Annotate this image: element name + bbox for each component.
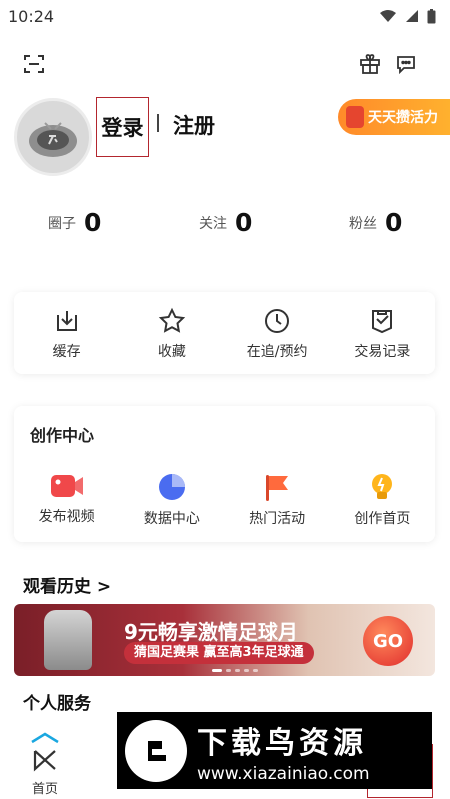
quick-actions-card: 缓存 收藏 在追/预约 交易记录 bbox=[14, 292, 435, 374]
scan-icon bbox=[24, 55, 44, 73]
cache-button[interactable]: 缓存 bbox=[14, 292, 119, 361]
following-shows-label: 在追/预约 bbox=[246, 344, 308, 360]
creator-home-label: 创作首页 bbox=[354, 511, 411, 527]
bulb-icon bbox=[372, 474, 393, 499]
banner-title: 9元畅享激情足球月 bbox=[124, 620, 298, 644]
stat-value: 0 bbox=[235, 208, 253, 237]
wifi-icon bbox=[380, 10, 396, 22]
following-shows-button[interactable]: 在追/预约 bbox=[225, 292, 330, 361]
data-center-label: 数据中心 bbox=[143, 511, 200, 527]
watermark: 下载鸟资源 www.xiazainiao.com bbox=[117, 712, 432, 789]
stat-label: 圈子 bbox=[48, 215, 76, 232]
favorites-label: 收藏 bbox=[157, 344, 186, 360]
watermark-url: www.xiazainiao.com bbox=[197, 763, 370, 784]
status-time: 10:24 bbox=[8, 6, 55, 26]
publish-video-label: 发布视频 bbox=[38, 509, 95, 525]
transactions-label: 交易记录 bbox=[354, 344, 411, 360]
creation-center-title: 创作中心 bbox=[30, 426, 95, 445]
login-divider bbox=[157, 114, 159, 132]
promo-label: 天天攒活力 bbox=[368, 110, 438, 126]
stat-value: 0 bbox=[385, 208, 403, 237]
hot-events-button[interactable]: 热门活动 bbox=[225, 472, 330, 528]
creator-home-button[interactable]: 创作首页 bbox=[330, 472, 435, 528]
gift-button[interactable] bbox=[356, 50, 384, 78]
signal-icon bbox=[406, 10, 418, 22]
default-avatar-icon bbox=[29, 122, 77, 157]
promo-badge[interactable]: 天天攒活力 bbox=[338, 99, 450, 135]
scan-button[interactable] bbox=[20, 50, 48, 78]
banner-go-button[interactable]: GO bbox=[363, 616, 413, 666]
stat-label: 关注 bbox=[199, 215, 227, 232]
pie-chart-icon bbox=[158, 474, 185, 500]
watch-history-link[interactable]: 观看历史 > bbox=[23, 572, 111, 597]
banner-subtitle: 猜国足赛果 赢至高3年足球通 bbox=[124, 642, 314, 664]
promo-banner[interactable]: 9元畅享激情足球月 猜国足赛果 赢至高3年足球通 GO bbox=[14, 604, 435, 676]
battery-icon bbox=[427, 8, 436, 23]
stat-following[interactable]: 关注 0 bbox=[199, 208, 252, 237]
favorites-button[interactable]: 收藏 bbox=[119, 292, 224, 361]
cache-label: 缓存 bbox=[52, 344, 81, 360]
star-icon bbox=[158, 307, 186, 333]
publish-video-button[interactable]: 发布视频 bbox=[14, 472, 119, 528]
stat-fans[interactable]: 粉丝 0 bbox=[349, 208, 402, 237]
login-button[interactable]: 登录 bbox=[96, 97, 149, 157]
download-icon bbox=[56, 311, 77, 331]
personal-services-title: 个人服务 bbox=[23, 694, 91, 714]
banner-go-label: GO bbox=[372, 630, 404, 652]
top-toolbar bbox=[20, 50, 420, 80]
home-logo-icon bbox=[33, 750, 56, 772]
clock-icon bbox=[265, 309, 290, 333]
banner-pagination bbox=[212, 669, 258, 672]
hot-events-label: 热门活动 bbox=[249, 511, 306, 527]
promo-icon bbox=[346, 106, 364, 128]
data-center-button[interactable]: 数据中心 bbox=[119, 472, 224, 528]
watermark-title: 下载鸟资源 bbox=[197, 725, 367, 761]
receipt-icon bbox=[372, 310, 393, 334]
avatar[interactable] bbox=[14, 98, 92, 176]
stat-circles[interactable]: 圈子 0 bbox=[48, 208, 101, 237]
message-button[interactable] bbox=[392, 50, 420, 78]
register-button[interactable]: 注册 bbox=[173, 110, 215, 140]
trophy-image bbox=[44, 610, 92, 670]
login-label: 登录 bbox=[101, 116, 144, 140]
transactions-button[interactable]: 交易记录 bbox=[330, 292, 435, 361]
gift-icon bbox=[360, 54, 380, 74]
tab-home[interactable]: 首页 bbox=[0, 720, 90, 799]
status-icons bbox=[379, 8, 436, 24]
stats-row: 圈子 0 关注 0 粉丝 0 bbox=[0, 208, 450, 242]
watermark-logo-icon bbox=[125, 719, 187, 782]
stat-value: 0 bbox=[84, 208, 102, 237]
chevron-up-icon bbox=[31, 732, 59, 744]
status-bar: 10:24 bbox=[0, 0, 450, 32]
message-icon bbox=[397, 56, 415, 75]
tab-home-label: 首页 bbox=[31, 782, 58, 797]
video-icon bbox=[50, 475, 83, 497]
stat-label: 粉丝 bbox=[349, 215, 377, 232]
flag-icon bbox=[266, 475, 289, 501]
creation-center-card: 创作中心 发布视频 数据中心 热门活动 创作首页 bbox=[14, 406, 435, 542]
